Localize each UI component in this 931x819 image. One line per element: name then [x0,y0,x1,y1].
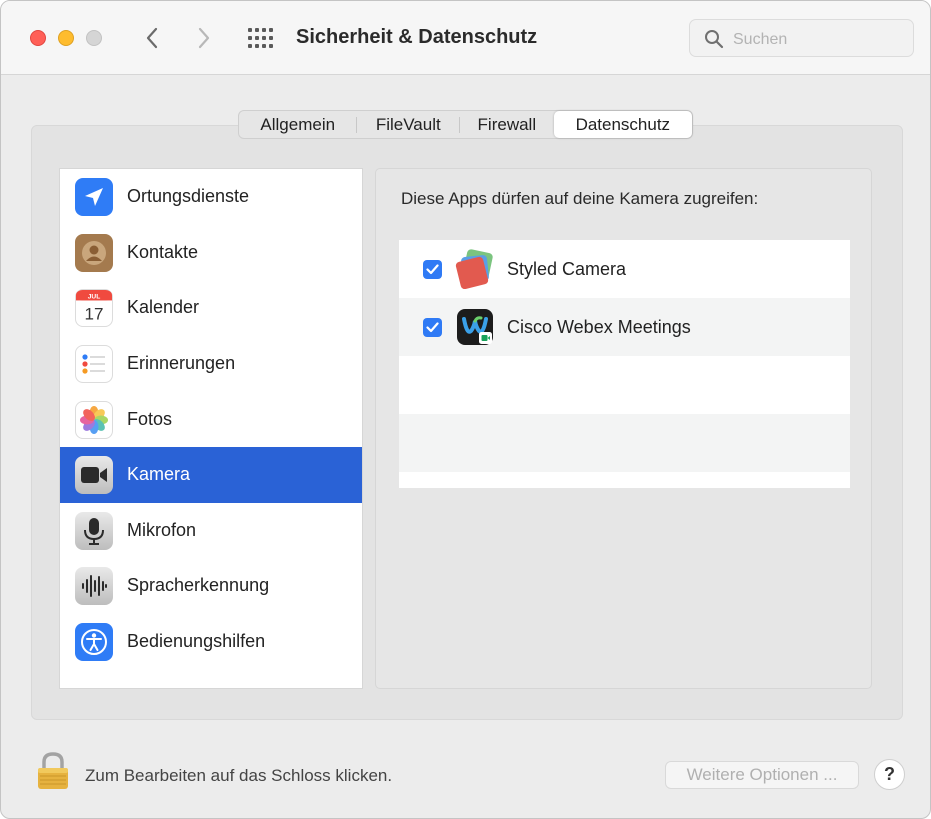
sidebar-item-contacts[interactable]: Kontakte [60,225,362,281]
app-list: Styled Camera Cisco Webex Meetings [399,240,850,488]
search-input[interactable]: Suchen [689,19,914,57]
microphone-icon [75,512,113,550]
zoom-window-button[interactable] [86,30,102,46]
minimize-window-button[interactable] [58,30,74,46]
forward-button[interactable] [191,25,217,51]
close-window-button[interactable] [30,30,46,46]
list-item [399,356,850,414]
lock-hint-text: Zum Bearbeiten auf das Schloss klicken. [85,766,393,785]
checkmark-icon [426,264,439,275]
sidebar-item-location-services[interactable]: Ortungsdienste [60,169,362,225]
help-button[interactable]: ? [874,759,905,790]
styled-camera-app-icon [455,249,495,290]
privacy-category-list: Ortungsdienste Kontakte JUL 17 Kalender … [59,168,363,689]
checkmark-icon [426,322,439,333]
lock-button[interactable] [37,752,69,790]
sidebar-item-label: Bedienungshilfen [127,631,266,651]
show-all-button[interactable] [247,27,273,49]
reminders-icon [75,345,113,383]
app-name: Styled Camera [507,259,627,279]
sidebar-item-label: Kontakte [127,242,199,262]
app-permission-checkbox[interactable] [423,318,442,337]
app-permission-checkbox[interactable] [423,260,442,279]
sidebar-item-label: Mikrofon [127,520,197,540]
sidebar-item-calendar[interactable]: JUL 17 Kalender [60,280,362,336]
tab-firewall[interactable]: Firewall [460,111,554,138]
lock-icon [38,752,68,789]
panel-heading: Diese Apps dürfen auf deine Kamera zugre… [401,189,759,208]
sidebar-item-label: Spracherkennung [127,575,270,595]
calendar-icon: JUL 17 [75,289,113,327]
app-name: Cisco Webex Meetings [507,317,691,337]
camera-icon [75,456,113,494]
list-item[interactable]: Cisco Webex Meetings [399,298,850,356]
sidebar-item-microphone[interactable]: Mikrofon [60,503,362,559]
chevron-right-icon [198,27,210,49]
chevron-left-icon [146,27,158,49]
sidebar-item-photos[interactable]: Fotos [60,392,362,448]
list-item [399,414,850,472]
calendar-month: JUL [88,294,101,301]
window: Sicherheit & Datenschutz Suchen Allgemei… [0,0,931,819]
sidebar-item-label: Erinnerungen [127,353,236,373]
tab-bar: Allgemein FileVault Firewall Datenschutz [238,110,693,139]
photos-icon [75,401,113,439]
tab-filevault[interactable]: FileVault [357,111,459,138]
calendar-day: 17 [85,304,104,323]
grid-icon [248,28,273,48]
tab-general[interactable]: Allgemein [239,111,356,138]
camera-permissions-panel: Diese Apps dürfen auf deine Kamera zugre… [375,168,872,689]
sidebar-item-label: Ortungsdienste [127,186,250,206]
speech-recognition-icon [75,567,113,605]
location-arrow-icon [75,178,113,216]
webex-app-icon [455,307,495,347]
accessibility-icon [75,623,113,661]
search-icon [705,30,724,49]
more-options-button[interactable]: Weitere Optionen ... [665,761,859,789]
sidebar-item-label: Kamera [127,464,191,484]
contacts-icon [75,234,113,272]
sidebar-item-camera[interactable]: Kamera [60,447,362,503]
sidebar-item-reminders[interactable]: Erinnerungen [60,336,362,392]
window-title: Sicherheit & Datenschutz [296,26,538,48]
back-button[interactable] [139,25,165,51]
search-placeholder: Suchen [733,31,788,48]
sidebar-item-label: Fotos [127,409,173,429]
sidebar-item-speech-recognition[interactable]: Spracherkennung [60,558,362,614]
tab-privacy[interactable]: Datenschutz [553,111,693,138]
sidebar-item-label: Kalender [127,297,200,317]
sidebar-item-accessibility[interactable]: Bedienungshilfen [60,614,362,670]
list-item[interactable]: Styled Camera [399,240,850,298]
titlebar: Sicherheit & Datenschutz Suchen [1,1,930,75]
